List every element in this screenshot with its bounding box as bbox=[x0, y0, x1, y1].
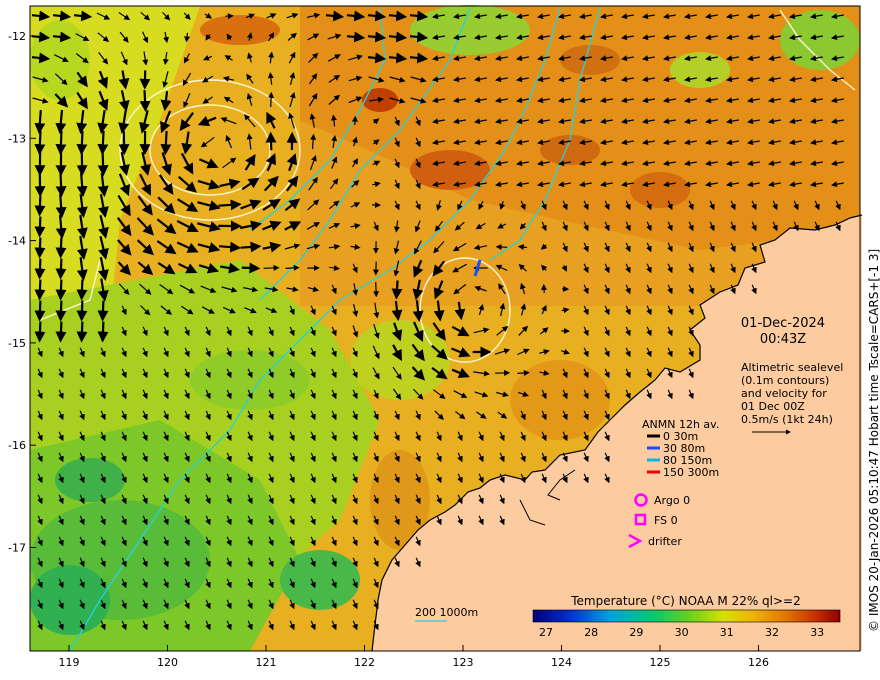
velocity-arrow bbox=[241, 262, 261, 274]
x-tick-label: 122 bbox=[354, 656, 375, 669]
x-tick-label: 125 bbox=[650, 656, 671, 669]
velocity-arrow bbox=[218, 199, 242, 211]
x-tick-label: 123 bbox=[453, 656, 474, 669]
x-tick-label: 120 bbox=[157, 656, 178, 669]
velocity-arrow bbox=[76, 300, 88, 322]
x-tick-label: 124 bbox=[551, 656, 572, 669]
velocity-arrow bbox=[34, 321, 46, 343]
altimetry-line: 01 Dec 00Z bbox=[741, 400, 805, 413]
velocity-arrow bbox=[76, 321, 88, 343]
velocity-arrow bbox=[55, 130, 67, 156]
colorbar-tick-label: 27 bbox=[539, 626, 553, 639]
fs-label: FS 0 bbox=[654, 514, 678, 527]
date-label: 01-Dec-2024 bbox=[741, 316, 825, 331]
altimetry-line: Altimetric sealevel bbox=[741, 361, 843, 374]
colorbar-gradient bbox=[532, 609, 841, 623]
attribution-text: © IMOS 20-Jan-2026 05:10:47 Hobart time … bbox=[867, 249, 880, 632]
colorbar-tick-label: 32 bbox=[765, 626, 779, 639]
argo-label: Argo 0 bbox=[654, 494, 690, 507]
colorbar-tick-label: 33 bbox=[810, 626, 824, 639]
y-tick-label: -17 bbox=[8, 542, 26, 555]
velocity-arrow bbox=[517, 369, 530, 376]
velocity-arrow bbox=[139, 90, 151, 112]
velocity-arrow bbox=[495, 243, 508, 250]
colorbar-tick-label: 28 bbox=[584, 626, 598, 639]
velocity-arrow bbox=[265, 131, 277, 151]
altimetry-line: 0.5m/s (1kt 24h) bbox=[741, 413, 833, 426]
velocity-arrow bbox=[34, 130, 46, 156]
altimetry-line: and velocity for bbox=[741, 387, 827, 400]
velocity-arrow bbox=[97, 321, 109, 343]
velocity-arrow bbox=[34, 216, 46, 238]
depth-legend-label: 200 1000m bbox=[415, 606, 478, 619]
ocean-temperature-map: 119 120 121 122 123 124 125 126 -12 -13 -14 -15 -16… bbox=[8, 5, 880, 669]
y-tick-label: -12 bbox=[8, 30, 26, 43]
velocity-arrow bbox=[268, 91, 275, 108]
velocity-arrow bbox=[55, 321, 67, 343]
depth-legend: 200 1000m bbox=[415, 606, 478, 622]
x-tick-label: 121 bbox=[256, 656, 277, 669]
time-label: 00:43Z bbox=[760, 332, 806, 347]
colorbar-tick-label: 31 bbox=[720, 626, 734, 639]
drifter-label: drifter bbox=[648, 535, 682, 548]
velocity-arrow bbox=[97, 130, 109, 156]
altimetry-line: (0.1m contours) bbox=[741, 374, 829, 387]
velocity-arrow bbox=[34, 195, 46, 217]
velocity-arrow bbox=[55, 258, 67, 280]
anmn-label: 150 300m bbox=[663, 466, 719, 479]
velocity-arrow bbox=[55, 279, 67, 301]
velocity-arrow bbox=[391, 280, 403, 300]
velocity-arrow bbox=[55, 237, 67, 259]
x-tick-label: 119 bbox=[59, 656, 80, 669]
colorbar-tick-label: 30 bbox=[675, 626, 689, 639]
y-tick-label: -15 bbox=[8, 337, 26, 350]
velocity-arrow bbox=[97, 151, 109, 177]
y-tick-label: -14 bbox=[8, 235, 26, 248]
velocity-arrow bbox=[351, 115, 358, 126]
velocity-arrow bbox=[55, 300, 67, 322]
velocity-arrow bbox=[97, 300, 109, 322]
colorbar-title: Temperature (°C) NOAA M 22% ql>=2 bbox=[570, 594, 801, 608]
velocity-arrow bbox=[76, 130, 88, 156]
velocity-arrow bbox=[34, 279, 46, 301]
x-tick-label: 126 bbox=[748, 656, 769, 669]
velocity-arrow bbox=[34, 258, 46, 280]
y-tick-label: -16 bbox=[8, 439, 26, 452]
velocity-arrow bbox=[373, 281, 380, 298]
velocity-arrow bbox=[263, 264, 280, 271]
velocity-arrow bbox=[34, 237, 46, 259]
velocity-arrow bbox=[240, 241, 262, 253]
velocity-arrow bbox=[160, 130, 172, 156]
velocity-arrow bbox=[285, 264, 300, 271]
y-tick-label: -13 bbox=[8, 132, 26, 145]
velocity-arrow bbox=[34, 300, 46, 322]
velocity-arrow bbox=[55, 172, 67, 198]
velocity-arrow bbox=[76, 279, 88, 301]
colorbar-tick-label: 29 bbox=[629, 626, 643, 639]
